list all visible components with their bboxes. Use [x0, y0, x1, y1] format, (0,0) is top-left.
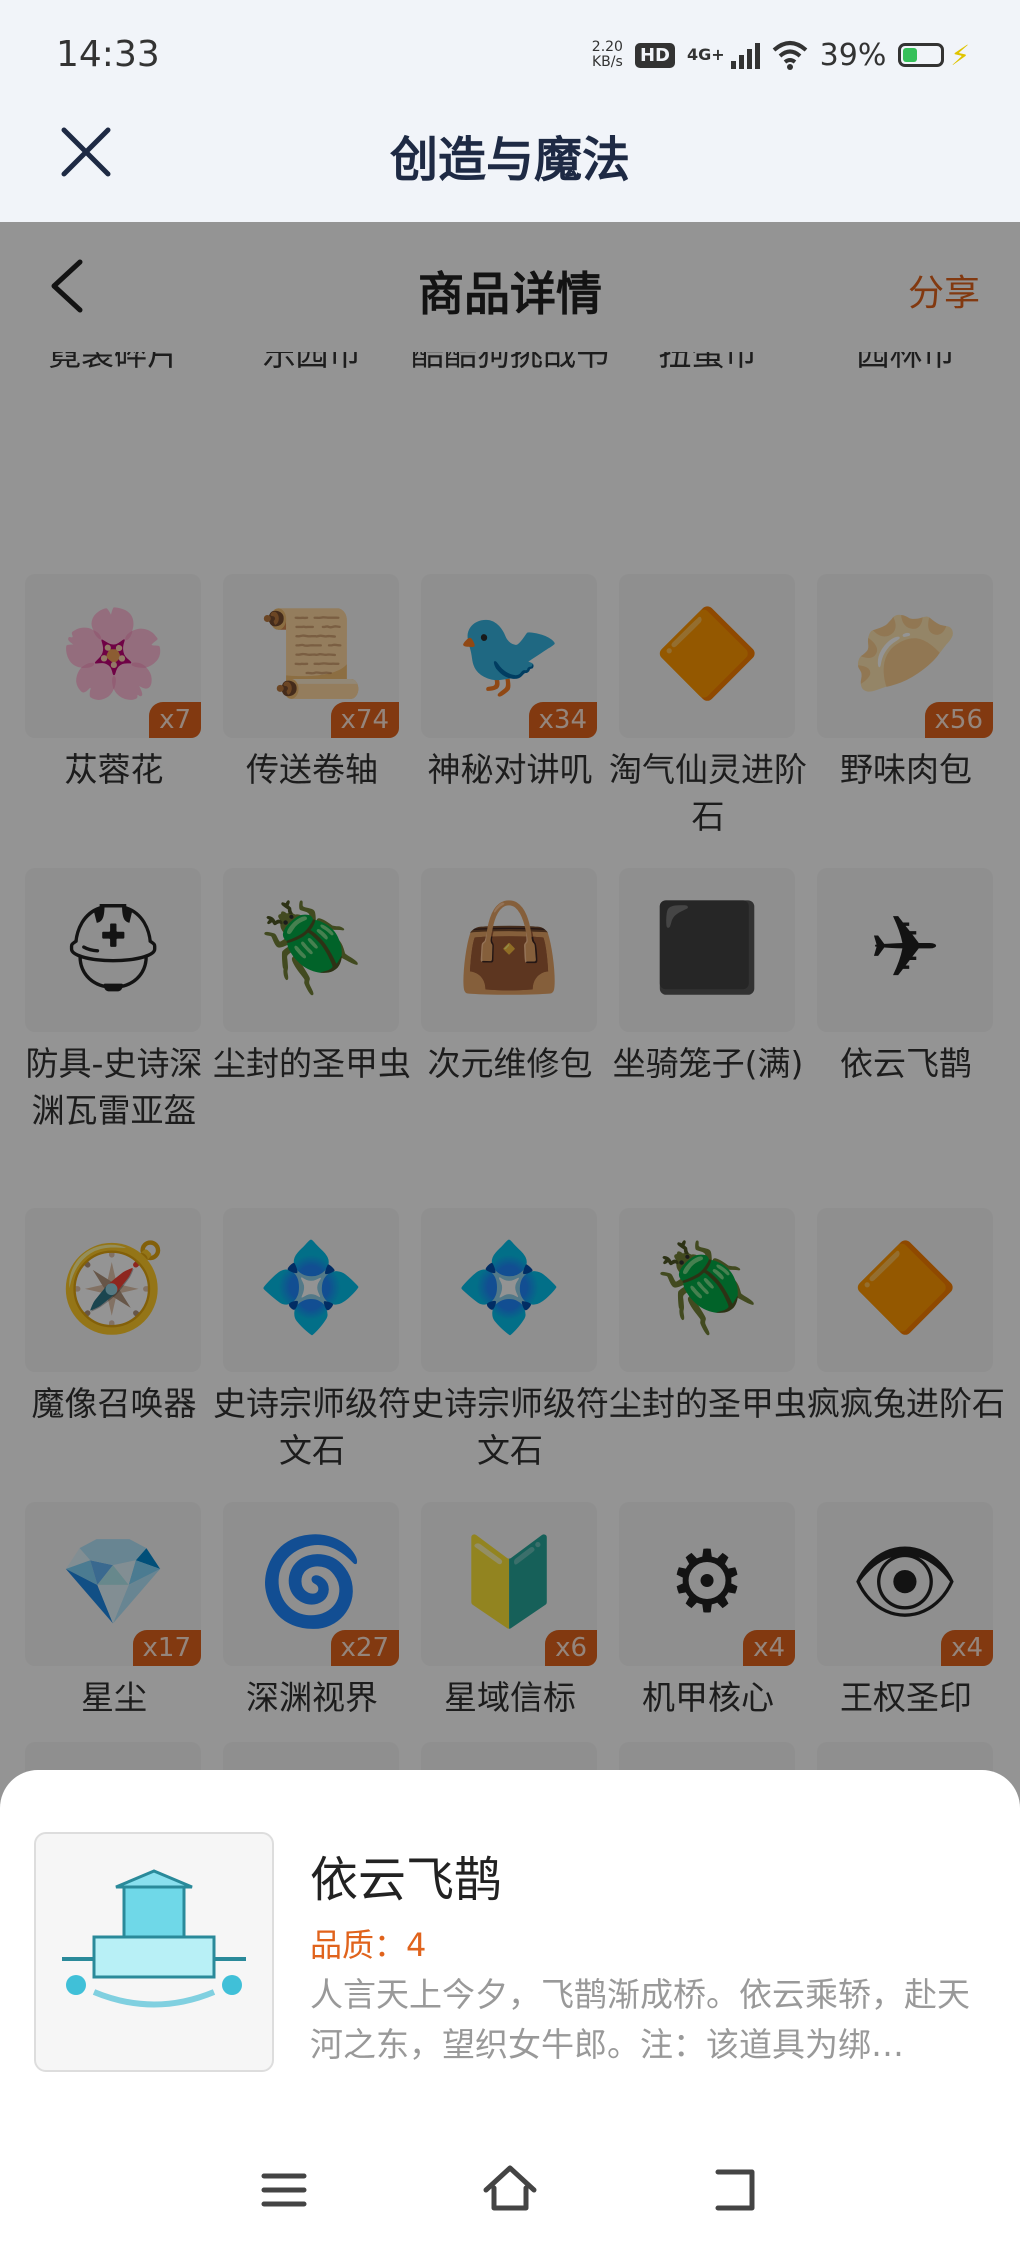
back-nav-icon[interactable]	[706, 2160, 766, 2220]
status-icons: 2.20 KB/s HD 4G+ 39% ⚡	[592, 30, 970, 80]
flying-magpie-icon	[62, 1869, 246, 2008]
app-title: 创造与魔法	[389, 132, 630, 188]
charging-icon: ⚡	[950, 38, 970, 72]
cell-signal-icon	[730, 41, 760, 69]
item-detail-sheet: 依云飞鹊 品质：4 人言天上今夕，飞鹊渐成桥。依云乘轿，赴天河之东，望织女牛郎。…	[0, 1770, 1020, 2255]
home-icon[interactable]	[480, 2160, 540, 2220]
network-speed: 2.20 KB/s	[591, 39, 623, 70]
status-time: 14:33	[56, 34, 160, 75]
item-description: 人言天上今夕，飞鹊渐成桥。依云乘轿，赴天河之东，望织女牛郎。注：该道具为绑…	[310, 1975, 970, 2064]
wifi-icon	[772, 41, 807, 70]
battery-icon	[898, 43, 945, 67]
item-detail-name: 依云飞鹊	[310, 1852, 503, 1908]
item-quality: 品质：4	[310, 1926, 427, 1964]
hd-icon: HD	[634, 42, 675, 68]
item-detail-image	[34, 1832, 274, 2072]
battery-percent: 39%	[819, 37, 887, 73]
menu-icon[interactable]	[254, 2160, 314, 2220]
network-type: 4G+	[686, 45, 725, 64]
app-bar: 创造与魔法	[0, 110, 1020, 222]
system-nav-bar	[0, 2160, 1020, 2230]
status-bar: 14:33 2.20 KB/s HD 4G+ 39% ⚡	[0, 0, 1020, 110]
